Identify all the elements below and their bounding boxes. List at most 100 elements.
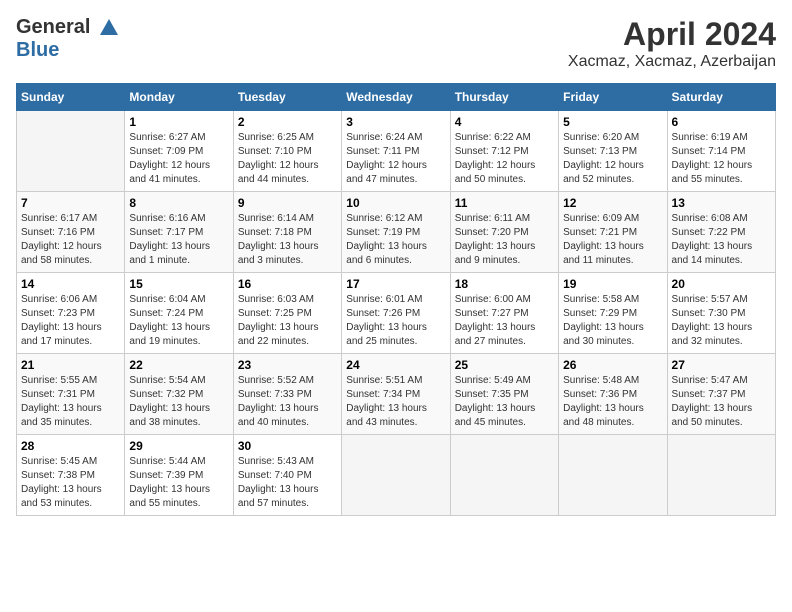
calendar-cell: 1 Sunrise: 6:27 AMSunset: 7:09 PMDaylight… <box>125 111 233 192</box>
calendar-cell: 13Sunrise: 6:08 AMSunset: 7:22 PMDayligh… <box>667 192 775 273</box>
day-number: 22 <box>129 358 228 372</box>
day-number: 19 <box>563 277 662 291</box>
calendar-week-row: 7 Sunrise: 6:17 AMSunset: 7:16 PMDaylight… <box>17 192 776 273</box>
calendar-cell: 16 Sunrise: 6:03 AMSunset: 7:25 PMDayligh… <box>233 273 341 354</box>
day-number: 6 <box>672 115 771 129</box>
day-number: 21 <box>21 358 120 372</box>
calendar-cell: 10Sunrise: 6:12 AMSunset: 7:19 PMDayligh… <box>342 192 450 273</box>
day-number: 18 <box>455 277 554 291</box>
calendar-cell: 11 Sunrise: 6:11 AMSunset: 7:20 PMDayligh… <box>450 192 558 273</box>
day-info: Sunrise: 5:58 AMSunset: 7:29 PMDaylight:… <box>563 293 662 349</box>
day-info: Sunrise: 5:57 AMSunset: 7:30 PMDaylight:… <box>672 293 771 349</box>
page-header: General Blue April 2024 Xacmaz, Xacmaz, … <box>16 16 776 71</box>
day-info: Sunrise: 6:20 AMSunset: 7:13 PMDaylight:… <box>563 131 662 187</box>
calendar-title: April 2024 <box>568 16 776 53</box>
logo: General Blue <box>16 16 120 61</box>
day-info: Sunrise: 6:27 AMSunset: 7:09 PMDaylight:… <box>129 131 228 187</box>
calendar-cell <box>667 435 775 516</box>
calendar-cell: 29Sunrise: 5:44 AMSunset: 7:39 PMDayligh… <box>125 435 233 516</box>
day-number: 24 <box>346 358 445 372</box>
day-number: 20 <box>672 277 771 291</box>
weekday-header: Friday <box>559 84 667 111</box>
day-info: Sunrise: 6:17 AMSunset: 7:16 PMDaylight:… <box>21 212 120 268</box>
day-info: Sunrise: 5:54 AMSunset: 7:32 PMDaylight:… <box>129 374 228 430</box>
day-number: 3 <box>346 115 445 129</box>
day-number: 4 <box>455 115 554 129</box>
day-info: Sunrise: 5:51 AMSunset: 7:34 PMDaylight:… <box>346 374 445 430</box>
day-number: 12 <box>563 196 662 210</box>
day-info: Sunrise: 6:08 AMSunset: 7:22 PMDaylight:… <box>672 212 771 268</box>
calendar-week-row: 1 Sunrise: 6:27 AMSunset: 7:09 PMDaylight… <box>17 111 776 192</box>
day-info: Sunrise: 6:00 AMSunset: 7:27 PMDaylight:… <box>455 293 554 349</box>
weekday-header: Tuesday <box>233 84 341 111</box>
calendar-cell: 22 Sunrise: 5:54 AMSunset: 7:32 PMDayligh… <box>125 354 233 435</box>
day-number: 5 <box>563 115 662 129</box>
calendar-cell: 15 Sunrise: 6:04 AMSunset: 7:24 PMDayligh… <box>125 273 233 354</box>
day-number: 27 <box>672 358 771 372</box>
calendar-cell <box>559 435 667 516</box>
day-number: 15 <box>129 277 228 291</box>
calendar-cell: 14Sunrise: 6:06 AMSunset: 7:23 PMDayligh… <box>17 273 125 354</box>
calendar-subtitle: Xacmaz, Xacmaz, Azerbaijan <box>568 53 776 71</box>
calendar-cell: 12Sunrise: 6:09 AMSunset: 7:21 PMDayligh… <box>559 192 667 273</box>
day-info: Sunrise: 5:44 AMSunset: 7:39 PMDaylight:… <box>129 455 228 511</box>
calendar-cell: 25 Sunrise: 5:49 AMSunset: 7:35 PMDayligh… <box>450 354 558 435</box>
logo-general: General <box>16 16 90 38</box>
day-info: Sunrise: 6:11 AMSunset: 7:20 PMDaylight:… <box>455 212 554 268</box>
day-number: 11 <box>455 196 554 210</box>
day-info: Sunrise: 5:55 AMSunset: 7:31 PMDaylight:… <box>21 374 120 430</box>
day-info: Sunrise: 6:19 AMSunset: 7:14 PMDaylight:… <box>672 131 771 187</box>
calendar-cell: 26 Sunrise: 5:48 AMSunset: 7:36 PMDayligh… <box>559 354 667 435</box>
calendar-cell: 6 Sunrise: 6:19 AMSunset: 7:14 PMDaylight… <box>667 111 775 192</box>
calendar-cell: 23 Sunrise: 5:52 AMSunset: 7:33 PMDayligh… <box>233 354 341 435</box>
logo-blue: Blue <box>16 39 120 61</box>
calendar-cell <box>450 435 558 516</box>
day-info: Sunrise: 6:24 AMSunset: 7:11 PMDaylight:… <box>346 131 445 187</box>
calendar-cell: 8 Sunrise: 6:16 AMSunset: 7:17 PMDaylight… <box>125 192 233 273</box>
day-info: Sunrise: 6:22 AMSunset: 7:12 PMDaylight:… <box>455 131 554 187</box>
logo-icon <box>98 17 120 39</box>
day-number: 25 <box>455 358 554 372</box>
day-info: Sunrise: 6:14 AMSunset: 7:18 PMDaylight:… <box>238 212 337 268</box>
day-number: 7 <box>21 196 120 210</box>
day-info: Sunrise: 5:49 AMSunset: 7:35 PMDaylight:… <box>455 374 554 430</box>
weekday-header: Monday <box>125 84 233 111</box>
calendar-cell: 20 Sunrise: 5:57 AMSunset: 7:30 PMDayligh… <box>667 273 775 354</box>
calendar-cell: 19 Sunrise: 5:58 AMSunset: 7:29 PMDayligh… <box>559 273 667 354</box>
weekday-header: Wednesday <box>342 84 450 111</box>
weekday-header: Thursday <box>450 84 558 111</box>
calendar-cell: 30Sunrise: 5:43 AMSunset: 7:40 PMDayligh… <box>233 435 341 516</box>
day-number: 8 <box>129 196 228 210</box>
calendar-table: SundayMondayTuesdayWednesdayThursdayFrid… <box>16 83 776 516</box>
day-info: Sunrise: 6:06 AMSunset: 7:23 PMDaylight:… <box>21 293 120 349</box>
day-number: 1 <box>129 115 228 129</box>
day-number: 26 <box>563 358 662 372</box>
calendar-cell: 28Sunrise: 5:45 AMSunset: 7:38 PMDayligh… <box>17 435 125 516</box>
day-info: Sunrise: 6:16 AMSunset: 7:17 PMDaylight:… <box>129 212 228 268</box>
day-info: Sunrise: 6:01 AMSunset: 7:26 PMDaylight:… <box>346 293 445 349</box>
day-info: Sunrise: 5:43 AMSunset: 7:40 PMDaylight:… <box>238 455 337 511</box>
day-number: 16 <box>238 277 337 291</box>
calendar-week-row: 21 Sunrise: 5:55 AMSunset: 7:31 PMDayligh… <box>17 354 776 435</box>
weekday-header-row: SundayMondayTuesdayWednesdayThursdayFrid… <box>17 84 776 111</box>
day-number: 9 <box>238 196 337 210</box>
day-info: Sunrise: 5:48 AMSunset: 7:36 PMDaylight:… <box>563 374 662 430</box>
day-info: Sunrise: 5:52 AMSunset: 7:33 PMDaylight:… <box>238 374 337 430</box>
calendar-cell <box>342 435 450 516</box>
day-info: Sunrise: 6:04 AMSunset: 7:24 PMDaylight:… <box>129 293 228 349</box>
weekday-header: Sunday <box>17 84 125 111</box>
day-number: 17 <box>346 277 445 291</box>
calendar-week-row: 28Sunrise: 5:45 AMSunset: 7:38 PMDayligh… <box>17 435 776 516</box>
day-number: 2 <box>238 115 337 129</box>
calendar-cell: 21 Sunrise: 5:55 AMSunset: 7:31 PMDayligh… <box>17 354 125 435</box>
calendar-week-row: 14Sunrise: 6:06 AMSunset: 7:23 PMDayligh… <box>17 273 776 354</box>
day-info: Sunrise: 6:25 AMSunset: 7:10 PMDaylight:… <box>238 131 337 187</box>
calendar-cell: 3 Sunrise: 6:24 AMSunset: 7:11 PMDaylight… <box>342 111 450 192</box>
day-info: Sunrise: 6:12 AMSunset: 7:19 PMDaylight:… <box>346 212 445 268</box>
day-info: Sunrise: 6:03 AMSunset: 7:25 PMDaylight:… <box>238 293 337 349</box>
calendar-cell: 17 Sunrise: 6:01 AMSunset: 7:26 PMDayligh… <box>342 273 450 354</box>
day-number: 23 <box>238 358 337 372</box>
day-info: Sunrise: 5:47 AMSunset: 7:37 PMDaylight:… <box>672 374 771 430</box>
calendar-cell: 24 Sunrise: 5:51 AMSunset: 7:34 PMDayligh… <box>342 354 450 435</box>
calendar-cell: 18 Sunrise: 6:00 AMSunset: 7:27 PMDayligh… <box>450 273 558 354</box>
